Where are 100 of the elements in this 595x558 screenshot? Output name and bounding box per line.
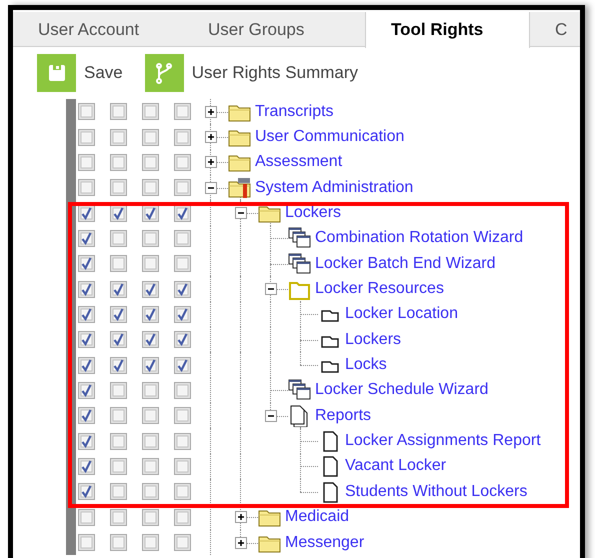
- checkbox[interactable]: [142, 407, 159, 424]
- checkbox[interactable]: [174, 331, 191, 348]
- tree-link[interactable]: Locks: [345, 353, 387, 378]
- checkbox[interactable]: [174, 230, 191, 247]
- checkbox[interactable]: [142, 306, 159, 323]
- checkbox[interactable]: [174, 179, 191, 196]
- expand-toggle[interactable]: [205, 106, 217, 118]
- checkbox[interactable]: [78, 331, 95, 348]
- checkbox[interactable]: [174, 407, 191, 424]
- checkbox[interactable]: [142, 356, 159, 374]
- tree-link[interactable]: Reports: [315, 404, 372, 428]
- tree-link[interactable]: Vacant Locker: [345, 454, 446, 478]
- checkbox[interactable]: [78, 255, 95, 272]
- checkbox[interactable]: [110, 280, 127, 298]
- checkbox[interactable]: [110, 331, 127, 348]
- checkbox[interactable]: [78, 534, 95, 552]
- summary-button[interactable]: User Rights Summary: [144, 54, 358, 92]
- tab[interactable]: User Groups: [183, 12, 365, 47]
- checkbox[interactable]: [110, 407, 127, 424]
- tab[interactable]: User Account: [13, 12, 183, 47]
- checkbox[interactable]: [142, 204, 159, 222]
- checkbox[interactable]: [174, 432, 191, 450]
- checkbox[interactable]: [110, 356, 127, 374]
- expand-toggle[interactable]: [205, 156, 217, 168]
- checkbox[interactable]: [78, 128, 95, 146]
- checkbox[interactable]: [174, 534, 191, 552]
- checkbox[interactable]: [174, 508, 191, 526]
- checkbox[interactable]: [174, 204, 191, 222]
- tree-link[interactable]: Lockers: [285, 201, 342, 226]
- checkbox[interactable]: [174, 280, 191, 298]
- checkbox[interactable]: [110, 458, 127, 475]
- checkbox[interactable]: [142, 280, 159, 298]
- tree-link[interactable]: Locker Schedule Wizard: [315, 378, 488, 402]
- checkbox[interactable]: [110, 230, 127, 247]
- checkbox[interactable]: [174, 103, 191, 120]
- checkbox[interactable]: [78, 458, 95, 475]
- expand-toggle[interactable]: [235, 511, 247, 524]
- checkbox[interactable]: [142, 382, 159, 399]
- save-button[interactable]: Save: [37, 54, 123, 92]
- checkbox[interactable]: [142, 128, 159, 146]
- checkbox[interactable]: [174, 382, 191, 399]
- checkbox[interactable]: [142, 179, 159, 196]
- checkbox[interactable]: [142, 154, 159, 171]
- tree-link[interactable]: Lockers: [345, 328, 402, 352]
- checkbox[interactable]: [78, 356, 95, 374]
- checkbox[interactable]: [110, 179, 127, 196]
- tree-link[interactable]: Locker Batch End Wizard: [315, 252, 496, 276]
- tree-link[interactable]: Students Without Lockers: [345, 480, 528, 504]
- collapse-toggle[interactable]: [265, 283, 277, 296]
- checkbox[interactable]: [110, 508, 127, 526]
- collapse-toggle[interactable]: [205, 182, 217, 194]
- checkbox[interactable]: [142, 331, 159, 348]
- checkbox[interactable]: [110, 204, 127, 222]
- checkbox[interactable]: [110, 128, 127, 146]
- checkbox[interactable]: [142, 230, 159, 247]
- checkbox[interactable]: [110, 432, 127, 450]
- checkbox[interactable]: [174, 306, 191, 323]
- checkbox[interactable]: [78, 432, 95, 450]
- collapse-toggle[interactable]: [235, 207, 247, 220]
- checkbox[interactable]: [78, 154, 95, 171]
- tree-link[interactable]: Locker Resources: [315, 277, 444, 302]
- checkbox[interactable]: [78, 280, 95, 298]
- checkbox[interactable]: [110, 382, 127, 399]
- checkbox[interactable]: [174, 483, 191, 500]
- checkbox[interactable]: [110, 103, 127, 120]
- checkbox[interactable]: [142, 255, 159, 272]
- checkbox[interactable]: [78, 407, 95, 424]
- checkbox[interactable]: [174, 255, 191, 272]
- tab[interactable]: C: [530, 12, 580, 47]
- tree-link[interactable]: Messenger: [285, 530, 364, 555]
- checkbox[interactable]: [110, 483, 127, 500]
- checkbox[interactable]: [142, 483, 159, 500]
- expand-toggle[interactable]: [205, 131, 217, 144]
- checkbox[interactable]: [78, 483, 95, 500]
- checkbox[interactable]: [78, 103, 95, 120]
- checkbox[interactable]: [142, 432, 159, 450]
- checkbox[interactable]: [174, 154, 191, 171]
- checkbox[interactable]: [174, 128, 191, 146]
- checkbox[interactable]: [142, 458, 159, 475]
- collapse-toggle[interactable]: [265, 410, 277, 422]
- checkbox[interactable]: [142, 534, 159, 552]
- checkbox[interactable]: [110, 306, 127, 323]
- checkbox[interactable]: [78, 306, 95, 323]
- checkbox[interactable]: [78, 204, 95, 222]
- checkbox[interactable]: [110, 154, 127, 171]
- tree-link[interactable]: User Communication: [255, 125, 404, 150]
- tree-link[interactable]: System Administration: [255, 176, 414, 200]
- tree-link[interactable]: Locker Assignments Report: [345, 429, 541, 454]
- checkbox[interactable]: [110, 255, 127, 272]
- tree-link[interactable]: Combination Rotation Wizard: [315, 226, 524, 250]
- checkbox[interactable]: [142, 508, 159, 526]
- tab[interactable]: Tool Rights: [365, 12, 530, 48]
- tree-link[interactable]: Locker Location: [345, 302, 458, 326]
- checkbox[interactable]: [78, 230, 95, 247]
- expand-toggle[interactable]: [235, 536, 247, 549]
- checkbox[interactable]: [78, 508, 95, 526]
- checkbox[interactable]: [142, 103, 159, 120]
- checkbox[interactable]: [78, 179, 95, 196]
- tree-link[interactable]: Medicaid: [285, 505, 350, 530]
- checkbox[interactable]: [110, 534, 127, 552]
